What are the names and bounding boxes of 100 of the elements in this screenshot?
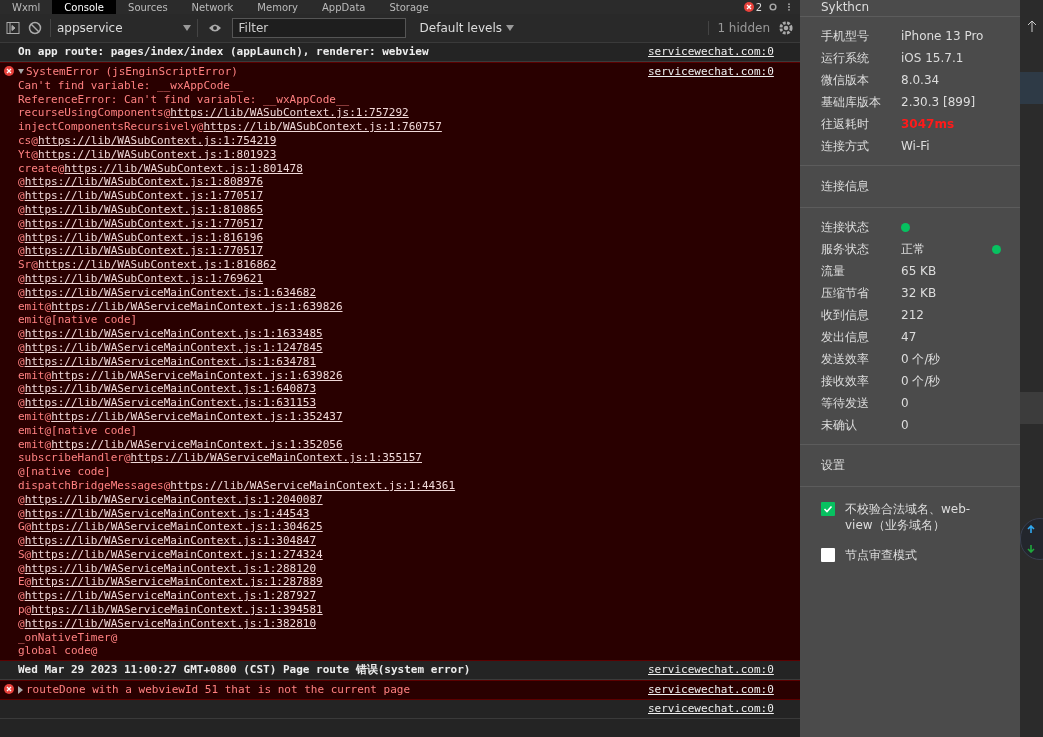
source-link[interactable]: servicewechat.com:0: [648, 63, 800, 661]
stack-line: @https://lib/WAServiceMainContext.js:1:44543: [18, 506, 311, 521]
stack-link[interactable]: https://lib/WASubContext.js:1:808976: [24, 175, 264, 189]
info-label: 往返耗时: [821, 115, 870, 133]
clear-icon[interactable]: [28, 21, 42, 35]
info-value: 0 个/秒: [901, 372, 942, 390]
info-value: 2.30.3 [899]: [901, 95, 977, 109]
stack-link[interactable]: https://lib/WASubContext.js:1:760757: [203, 120, 442, 134]
stack-line: emit@[native code]: [18, 423, 139, 438]
stack-link[interactable]: https://lib/WAServiceMainContext.js:1:634682: [24, 285, 317, 299]
stack-link[interactable]: https://lib/WAServiceMainContext.js:1:352056: [51, 437, 343, 451]
stack-line: _onNativeTimer@: [18, 630, 119, 645]
stack-line: @https://lib/WAServiceMainContext.js:1:304847: [18, 534, 318, 548]
caret-icon: [182, 25, 191, 31]
stack-link[interactable]: https://lib/WASubContext.js:1:754219: [37, 134, 277, 147]
panel-tab[interactable]: Console: [52, 0, 117, 14]
stack-link[interactable]: https://lib/WASubContext.js:1:816862: [37, 258, 277, 272]
panel-tab[interactable]: Memory: [245, 0, 311, 14]
panel-tab[interactable]: Storage: [377, 0, 441, 14]
settings-icon[interactable]: [768, 2, 778, 12]
panel-tab[interactable]: Wxml: [0, 0, 53, 14]
error-count[interactable]: 2: [743, 1, 762, 13]
stack-link[interactable]: https://lib/WAServiceMainContext.js:1:2040087: [24, 492, 323, 506]
stack-line: @https://lib/WASubContext.js:1:770517: [18, 244, 265, 259]
source-link[interactable]: servicewechat.com:0: [648, 43, 800, 61]
levels-dropdown[interactable]: Default levels: [413, 20, 521, 36]
stack-link[interactable]: https://lib/WAServiceMainContext.js:1:287927: [24, 589, 317, 603]
stack-line: emit@[native code]: [18, 313, 139, 328]
error-icon: [4, 66, 14, 76]
stack-link[interactable]: https://lib/WASubContext.js:1:757292: [170, 106, 409, 120]
stack-link[interactable]: https://lib/WASubContext.js:1:770517: [24, 244, 264, 258]
stack-link[interactable]: https://lib/WAServiceMainContext.js:1:639826: [51, 368, 343, 382]
info-label: 运行系统: [821, 49, 870, 67]
stack-link[interactable]: https://lib/WAServiceMainContext.js:1:352437: [51, 409, 343, 423]
source-link[interactable]: servicewechat.com:0: [648, 681, 800, 700]
stack-link[interactable]: https://lib/WASubContext.js:1:810865: [24, 202, 264, 216]
stack-line: @https://lib/WASubContext.js:1:770517: [18, 189, 265, 203]
stack-line: create@https://lib/WASubContext.js:1:801478: [18, 161, 304, 176]
stack-link[interactable]: https://lib/WAServiceMainContext.js:1:631153: [24, 396, 317, 410]
stack-link[interactable]: https://lib/WASubContext.js:1:816196: [24, 230, 264, 244]
stack-link[interactable]: https://lib/WAServiceMainContext.js:1:274324: [31, 547, 323, 561]
sidebar-toggle-icon[interactable]: [6, 21, 20, 35]
stack-line: @[native code]: [18, 465, 112, 479]
stack-link[interactable]: https://lib/WAServiceMainContext.js:1:634781: [24, 354, 317, 368]
source-link[interactable]: servicewechat.com:0: [648, 700, 800, 719]
info-value: 65 KB: [901, 264, 938, 278]
stack-link[interactable]: https://lib/WAServiceMainContext.js:1:304625: [31, 520, 323, 534]
checkbox[interactable]: [821, 548, 835, 562]
filter-field[interactable]: Filter: [231, 18, 406, 38]
info-label: 接收效率: [821, 372, 870, 390]
stack-link[interactable]: https://lib/WAServiceMainContext.js:1:1633485: [24, 327, 323, 341]
info-value: 正常: [901, 240, 926, 258]
stack-line: @https://lib/WASubContext.js:1:810865: [18, 202, 265, 217]
stack-line: G@https://lib/WAServiceMainContext.js:1:304625: [18, 520, 324, 535]
checkbox[interactable]: [821, 502, 835, 516]
stack-link[interactable]: https://lib/WAServiceMainContext.js:1:639826: [51, 299, 343, 313]
caret-icon: [506, 25, 515, 31]
stack-link[interactable]: https://lib/WASubContext.js:1:770517: [24, 216, 264, 230]
panel-tab[interactable]: Network: [179, 0, 246, 14]
stack-link[interactable]: https://lib/WAServiceMainContext.js:1:304847: [24, 534, 317, 548]
settings-icon[interactable]: [778, 20, 794, 36]
source-link[interactable]: servicewechat.com:0: [648, 661, 800, 680]
panel-header: Sykthcn: [821, 0, 870, 14]
stack-line: dispatchBridgeMessages@https://lib/WAServiceMainContext.js:1:44361: [18, 478, 457, 493]
info-value: 0 个/秒: [901, 350, 942, 368]
stack-line: emit@https://lib/WAServiceMainContext.js:1:639826: [18, 368, 344, 383]
stack-link[interactable]: https://lib/WASubContext.js:1:801923: [37, 147, 277, 161]
stack-line: Sr@https://lib/WASubContext.js:1:816862: [18, 258, 278, 272]
stack-link[interactable]: https://lib/WAServiceMainContext.js:1:288120: [24, 561, 317, 575]
stack-link[interactable]: https://lib/WASubContext.js:1:770517: [24, 189, 264, 203]
stack-link[interactable]: https://lib/WAServiceMainContext.js:1:382810: [24, 616, 317, 630]
panel-tab[interactable]: AppData: [310, 0, 378, 14]
info-label: 微信版本: [821, 71, 870, 89]
context-select[interactable]: appservice: [50, 19, 198, 37]
stack-line: emit@https://lib/WAServiceMainContext.js:1:639826: [18, 299, 344, 314]
stack-line: Yt@https://lib/WASubContext.js:1:801923: [18, 147, 278, 162]
error-message: SystemError (jsEnginScriptError): [26, 65, 238, 79]
info-value: 47: [901, 330, 918, 344]
stack-link[interactable]: https://lib/WAServiceMainContext.js:1:1247845: [24, 340, 323, 354]
stack-link[interactable]: https://lib/WAServiceMainContext.js:1:44361: [170, 478, 456, 492]
stack-link[interactable]: https://lib/WASubContext.js:1:801478: [64, 161, 303, 175]
info-label: 连接状态: [821, 218, 870, 236]
info-value: iOS 15.7.1: [901, 51, 965, 65]
stack-link[interactable]: https://lib/WAServiceMainContext.js:1:640873: [24, 382, 317, 396]
panel-tab[interactable]: Sources: [116, 0, 180, 14]
stack-link[interactable]: https://lib/WAServiceMainContext.js:1:394581: [31, 603, 323, 617]
up-arrow-icon[interactable]: [1026, 20, 1037, 32]
stack-line: subscribeHandler@https://lib/WAServiceMainContext.js:1:355157: [18, 451, 423, 466]
info-value: 0: [901, 418, 910, 432]
expand-triangle-icon[interactable]: [18, 686, 24, 695]
stack-link[interactable]: https://lib/WASubContext.js:1:769621: [24, 271, 264, 285]
info-label: 流量: [821, 262, 846, 280]
stack-link[interactable]: https://lib/WAServiceMainContext.js:1:355157: [130, 451, 422, 465]
expand-triangle-icon[interactable]: [18, 67, 24, 76]
info-value: 212: [901, 308, 925, 322]
stack-link[interactable]: https://lib/WAServiceMainContext.js:1:44543: [24, 506, 310, 520]
info-label: 连接方式: [821, 137, 870, 155]
error-icon: [743, 2, 754, 12]
stack-link[interactable]: https://lib/WAServiceMainContext.js:1:287889: [31, 575, 323, 589]
stack-line: @https://lib/WAServiceMainContext.js:1:1633485: [18, 327, 324, 341]
